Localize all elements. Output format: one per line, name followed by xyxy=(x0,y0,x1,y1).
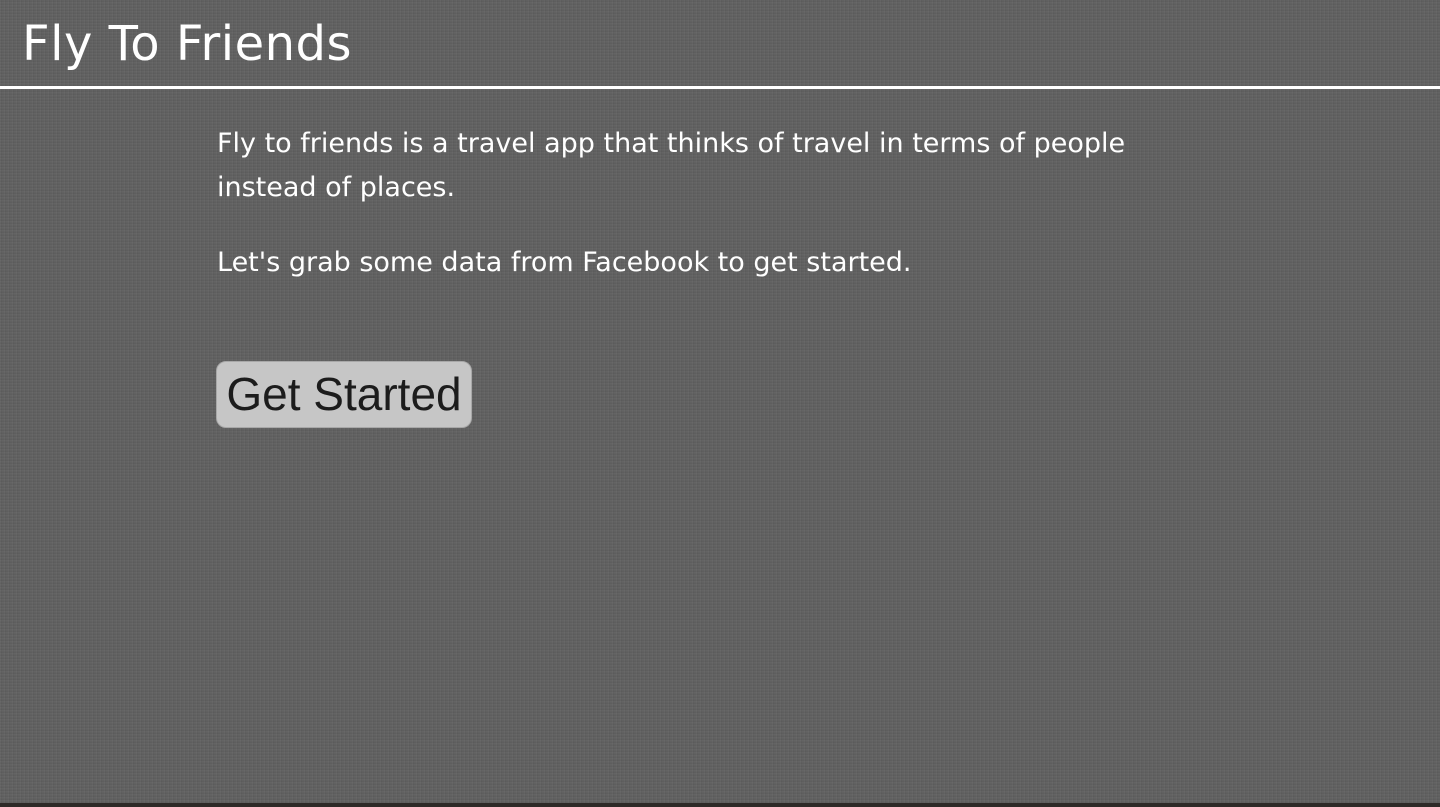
get-started-button[interactable]: Get Started xyxy=(216,361,472,428)
main-content: Fly to friends is a travel app that thin… xyxy=(217,122,1217,285)
facebook-prompt-paragraph: Let's grab some data from Facebook to ge… xyxy=(217,247,912,278)
app-title: Fly To Friends xyxy=(22,16,353,72)
app-header: Fly To Friends xyxy=(0,0,1440,89)
intro-paragraph: Fly to friends is a travel app that thin… xyxy=(217,128,1126,203)
window-bottom-edge xyxy=(0,803,1440,807)
